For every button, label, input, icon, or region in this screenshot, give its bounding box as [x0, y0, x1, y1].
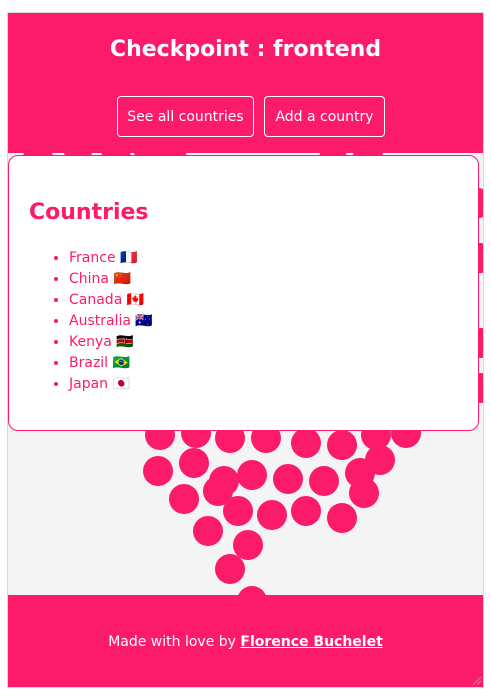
france-flag-icon: 🇫🇷 [120, 250, 138, 266]
decorative-dot [237, 460, 267, 490]
author-link[interactable]: Florence Buchelet [240, 634, 382, 650]
china-flag-icon: 🇨🇳 [113, 271, 131, 287]
countries-card: Countries France 🇫🇷 China 🇨🇳 Canada 🇨🇦 A… [8, 155, 479, 431]
japan-flag-icon: 🇯🇵 [112, 376, 130, 392]
list-item: France 🇫🇷 [69, 248, 153, 269]
country-name: Canada [69, 292, 123, 308]
decorative-dot [233, 530, 263, 560]
australia-flag-icon: 🇦🇺 [135, 313, 153, 329]
country-name: France [69, 250, 116, 266]
list-item: Kenya 🇰🇪 [69, 332, 153, 353]
decorative-dot [273, 464, 303, 494]
list-item: Australia 🇦🇺 [69, 311, 153, 332]
decorative-dot [291, 428, 321, 458]
list-item: Brazil 🇧🇷 [69, 353, 153, 374]
decorative-dot [309, 466, 339, 496]
decorative-dot [215, 554, 245, 584]
decorative-dot [179, 448, 209, 478]
decorative-dot [257, 500, 287, 530]
decorative-dot [291, 496, 321, 526]
decorative-dot [143, 456, 173, 486]
canada-flag-icon: 🇨🇦 [126, 292, 145, 308]
resize-grip-icon[interactable] [471, 675, 481, 685]
page-frame: Checkpoint : frontend See all countries … [7, 12, 484, 688]
brazil-flag-icon: 🇧🇷 [112, 355, 130, 371]
footer-text: Made with love by [108, 634, 236, 650]
page-title: Checkpoint : frontend [109, 37, 382, 62]
countries-list: France 🇫🇷 China 🇨🇳 Canada 🇨🇦 Australia 🇦… [29, 248, 153, 395]
country-name: China [69, 271, 109, 287]
decorative-dot [169, 484, 199, 514]
list-item: Canada 🇨🇦 [69, 290, 153, 311]
footer: Made with love by Florence Buchelet [8, 595, 483, 687]
kenya-flag-icon: 🇰🇪 [116, 334, 134, 350]
header: Checkpoint : frontend See all countries … [8, 13, 483, 153]
list-item: China 🇨🇳 [69, 269, 153, 290]
decorative-dot [223, 496, 253, 526]
decorative-dot [365, 445, 395, 475]
add-country-button[interactable]: Add a country [264, 96, 385, 137]
country-name: Kenya [69, 334, 112, 350]
country-name: Japan [69, 376, 109, 392]
countries-heading: Countries [29, 200, 149, 225]
list-item: Japan 🇯🇵 [69, 374, 153, 395]
decorative-dot [327, 430, 357, 460]
decorative-dot [327, 503, 357, 533]
country-name: Brazil [69, 355, 109, 371]
decorative-dot [193, 516, 223, 546]
country-name: Australia [69, 313, 131, 329]
see-all-countries-button[interactable]: See all countries [117, 96, 254, 137]
decorative-dot [349, 478, 379, 508]
